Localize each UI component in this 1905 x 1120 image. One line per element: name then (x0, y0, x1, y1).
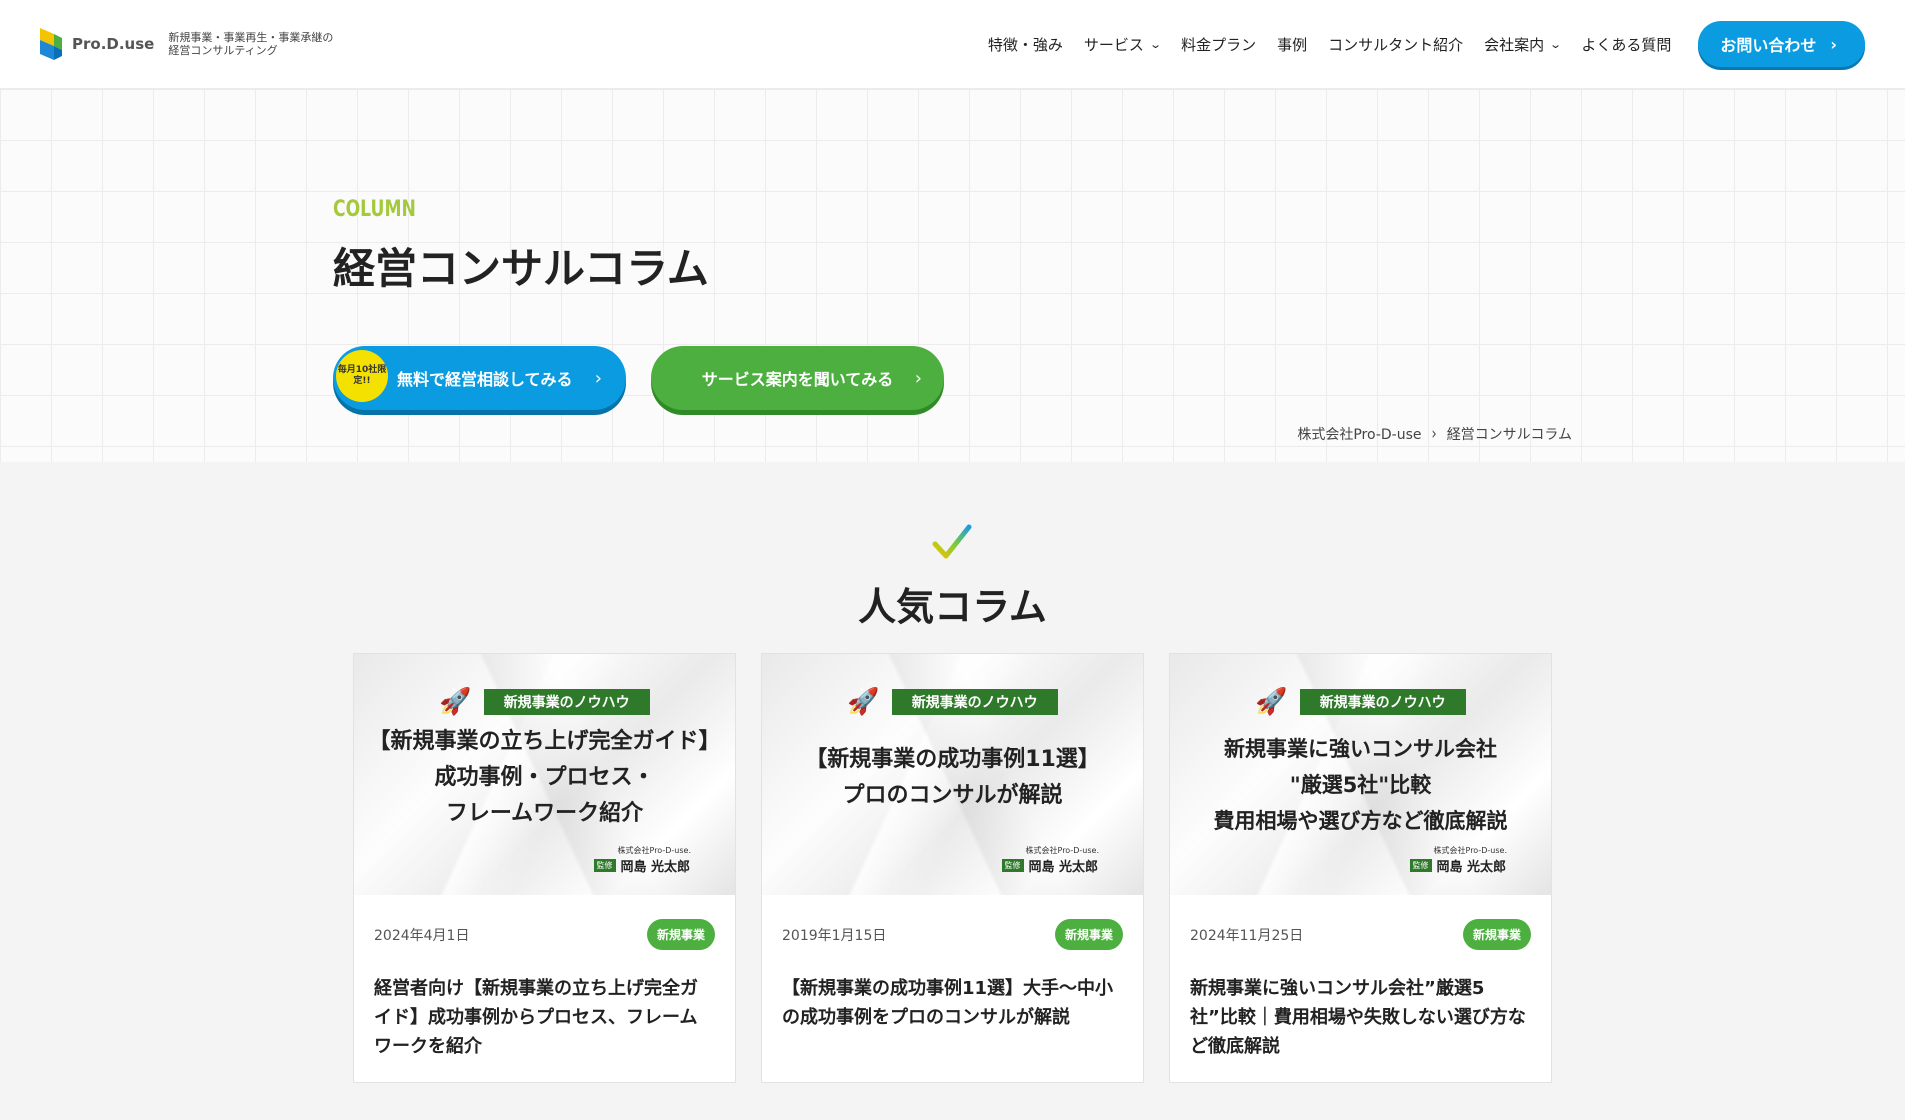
column-card[interactable]: 🚀 新規事業のノウハウ 新規事業に強いコンサル会社 "厳選5社"比較 費用相場や… (1169, 653, 1552, 1083)
section-title: 人気コラム (858, 585, 1047, 629)
nav-item-services[interactable]: サービス ⌄ (1083, 34, 1162, 55)
service-guide-label: サービス案内を聞いてみる (701, 370, 894, 389)
card-meta: 2024年11月25日 新規事業 (1170, 895, 1551, 950)
thumbnail-header: 🚀 新規事業のノウハウ (1170, 687, 1551, 717)
chevron-right-icon: › (1830, 34, 1837, 54)
popular-columns-section: 人気コラム 🚀 新規事業のノウハウ 【新規事業の立ち上げ完全ガイド】 成功事例・… (0, 462, 1905, 1120)
logo-wordmark: Pro.D.use (72, 35, 155, 53)
category-badge[interactable]: 新規事業 (646, 919, 715, 950)
page-title: 経営コンサルコラム (333, 244, 709, 293)
supervisor-label: 監修 (593, 859, 616, 872)
nav-item-consultants[interactable]: コンサルタント紹介 (1328, 34, 1463, 55)
card-thumbnail: 🚀 新規事業のノウハウ 新規事業に強いコンサル会社 "厳選5社"比較 費用相場や… (1170, 654, 1551, 895)
chevron-right-icon: › (1431, 424, 1437, 444)
card-title[interactable]: 経営者向け【新規事業の立ち上げ完全ガイド】成功事例からプロセス、フレームワークを… (354, 950, 735, 1061)
limited-badge: 毎月10社限定!! (336, 350, 388, 402)
card-title[interactable]: 【新規事業の成功事例11選】大手〜中小の成功事例をプロのコンサルが解説 (762, 950, 1143, 1032)
card-date: 2024年11月25日 (1190, 927, 1304, 944)
breadcrumb: 株式会社Pro-D-use › 経営コンサルコラム (1297, 424, 1572, 444)
logo-mark-icon (40, 28, 62, 60)
thumbnail-title: 新規事業に強いコンサル会社 "厳選5社"比較 費用相場や選び方など徹底解説 (1213, 737, 1508, 833)
supervisor-name: 岡島 光太郎 (1028, 860, 1099, 875)
card-date: 2024年4月1日 (374, 927, 470, 944)
thumbnail-tag: 新規事業のノウハウ (1299, 689, 1466, 715)
supervisor-name: 岡島 光太郎 (620, 860, 691, 875)
supervisor-credit: 株式会社Pro-D-use. 監修 岡島 光太郎 (1001, 845, 1099, 875)
category-badge[interactable]: 新規事業 (1054, 919, 1123, 950)
nav-item-company[interactable]: 会社案内 ⌄ (1484, 34, 1563, 55)
supervisor-company: 株式会社Pro-D-use. (1433, 846, 1507, 855)
logo-tagline: 新規事業・事業再生・事業承継の経営コンサルティング (168, 31, 334, 57)
thumbnail-header: 🚀 新規事業のノウハウ (354, 687, 735, 717)
supervisor-company: 株式会社Pro-D-use. (617, 846, 691, 855)
nav-item-faq[interactable]: よくある質問 (1581, 34, 1671, 55)
card-title[interactable]: 新規事業に強いコンサル会社”厳選5社”比較｜費用相場や失敗しない選び方など徹底解… (1170, 950, 1551, 1061)
thumbnail-title: 【新規事業の成功事例11選】 プロのコンサルが解説 (805, 747, 1100, 808)
chevron-down-icon: ⌄ (1549, 37, 1563, 51)
chevron-right-icon: › (594, 367, 602, 389)
nav-label: 料金プラン (1181, 35, 1257, 54)
supervisor-row: 監修 岡島 光太郎 (593, 856, 691, 875)
thumbnail-title: 【新規事業の立ち上げ完全ガイド】 成功事例・プロセス・ フレームワーク紹介 (368, 729, 721, 826)
contact-label: お問い合わせ (1720, 36, 1817, 55)
category-badge[interactable]: 新規事業 (1462, 919, 1531, 950)
column-card[interactable]: 🚀 新規事業のノウハウ 【新規事業の立ち上げ完全ガイド】 成功事例・プロセス・ … (353, 653, 736, 1083)
rocket-icon: 🚀 (847, 687, 880, 717)
supervisor-credit: 株式会社Pro-D-use. 監修 岡島 光太郎 (593, 845, 691, 875)
chevron-down-icon: ⌄ (1149, 37, 1162, 51)
contact-button[interactable]: お問い合わせ › (1698, 21, 1865, 67)
column-card-list: 🚀 新規事業のノウハウ 【新規事業の立ち上げ完全ガイド】 成功事例・プロセス・ … (353, 653, 1552, 1083)
thumbnail-header: 🚀 新規事業のノウハウ (762, 687, 1143, 717)
chevron-right-icon: › (914, 367, 922, 389)
main-nav: 特徴・強み サービス ⌄ 料金プラン 事例 コンサルタント紹介 会社案内 ⌄ よくあ… (988, 21, 1865, 67)
nav-label: 会社案内 (1484, 35, 1545, 54)
card-meta: 2019年1月15日 新規事業 (762, 895, 1143, 950)
supervisor-company: 株式会社Pro-D-use. (1025, 846, 1099, 855)
thumbnail-tag: 新規事業のノウハウ (891, 689, 1058, 715)
card-meta: 2024年4月1日 新規事業 (354, 895, 735, 950)
nav-label: よくある質問 (1581, 35, 1672, 54)
rocket-icon: 🚀 (1255, 687, 1288, 717)
card-date: 2019年1月15日 (782, 927, 887, 944)
supervisor-label: 監修 (1001, 859, 1024, 872)
supervisor-credit: 株式会社Pro-D-use. 監修 岡島 光太郎 (1409, 845, 1507, 875)
supervisor-row: 監修 岡島 光太郎 (1409, 856, 1507, 875)
nav-item-cases[interactable]: 事例 (1277, 34, 1307, 55)
check-mark-icon (932, 524, 972, 559)
supervisor-row: 監修 岡島 光太郎 (1001, 856, 1099, 875)
column-card[interactable]: 🚀 新規事業のノウハウ 【新規事業の成功事例11選】 プロのコンサルが解説 株式… (761, 653, 1144, 1083)
breadcrumb-home[interactable]: 株式会社Pro-D-use (1297, 424, 1421, 444)
thumbnail-tag: 新規事業のノウハウ (483, 689, 650, 715)
free-consultation-label: 無料で経営相談してみる (397, 370, 573, 389)
card-thumbnail: 🚀 新規事業のノウハウ 【新規事業の成功事例11選】 プロのコンサルが解説 株式… (762, 654, 1143, 895)
nav-label: コンサルタント紹介 (1328, 35, 1464, 54)
nav-item-features[interactable]: 特徴・強み (988, 34, 1063, 55)
supervisor-label: 監修 (1409, 859, 1432, 872)
nav-label: 事例 (1277, 35, 1308, 54)
site-header: Pro.D.use 新規事業・事業再生・事業承継の経営コンサルティング 特徴・強… (0, 0, 1905, 89)
hero-section: COLUMN 経営コンサルコラム 毎月10社限定!! 無料で経営相談してみる ›… (0, 89, 1905, 462)
nav-item-pricing[interactable]: 料金プラン (1181, 34, 1256, 55)
breadcrumb-current: 経営コンサルコラム (1446, 427, 1572, 443)
hero-eyebrow: COLUMN (333, 197, 416, 222)
service-guide-button[interactable]: サービス案内を聞いてみる › (651, 346, 944, 410)
free-consultation-button[interactable]: 毎月10社限定!! 無料で経営相談してみる › (333, 346, 626, 410)
site-logo[interactable]: Pro.D.use 新規事業・事業再生・事業承継の経営コンサルティング (40, 26, 338, 62)
nav-label: 特徴・強み (987, 35, 1063, 54)
card-thumbnail: 🚀 新規事業のノウハウ 【新規事業の立ち上げ完全ガイド】 成功事例・プロセス・ … (354, 654, 735, 895)
rocket-icon: 🚀 (439, 687, 472, 717)
supervisor-name: 岡島 光太郎 (1436, 860, 1507, 875)
nav-label: サービス (1083, 35, 1144, 54)
